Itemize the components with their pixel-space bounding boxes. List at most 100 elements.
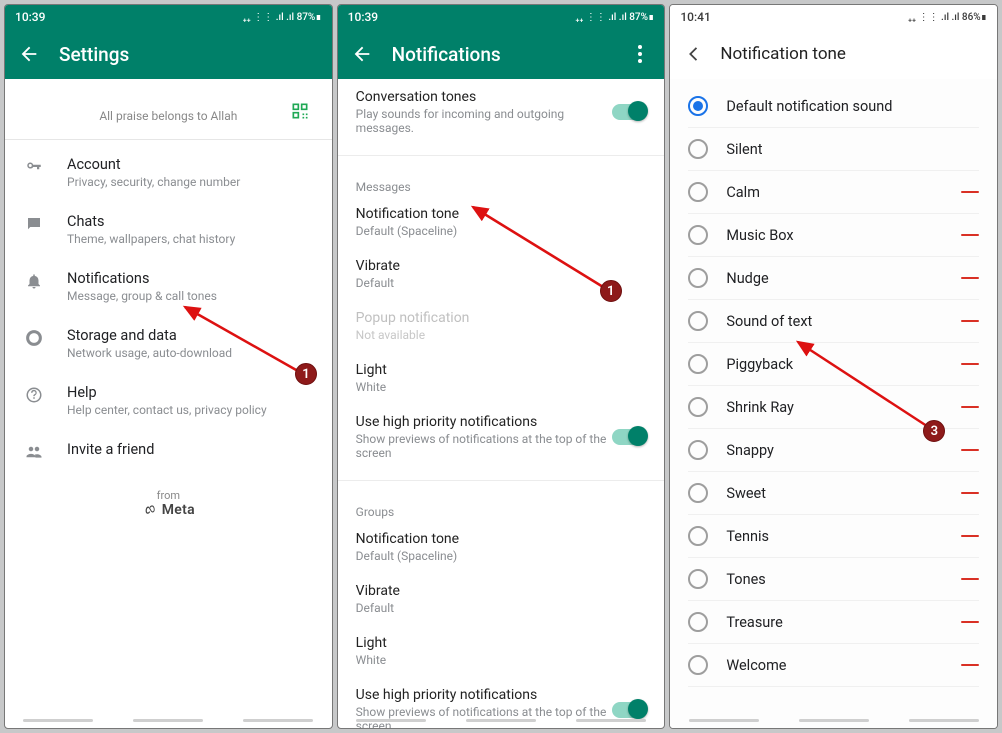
item-sub: Help center, contact us, privacy policy [67,403,267,417]
tone-label: Sound of text [726,313,961,330]
nav-indicator [670,719,997,722]
tone-label: Piggyback [726,356,961,373]
pref-msg-light[interactable]: Light White [356,352,647,404]
pref-title: Light [356,362,647,378]
app-bar: Settings [5,29,332,79]
radio-icon[interactable] [688,268,708,288]
pref-msg-vibrate[interactable]: Vibrate Default [356,248,647,300]
radio-icon[interactable] [688,225,708,245]
profile-caption-row[interactable]: All praise belongs to Allah [5,79,332,131]
pref-title: Notification tone [356,206,647,222]
tone-item[interactable]: Piggyback [688,343,979,386]
radio-icon[interactable] [688,96,708,116]
tone-label: Silent [726,141,979,158]
pref-grp-vibrate[interactable]: Vibrate Default [356,573,647,625]
remove-icon[interactable] [961,449,979,451]
toggle-grp-high-priority[interactable] [612,702,646,718]
profile-caption: All praise belongs to Allah [99,109,237,123]
settings-item-help[interactable]: HelpHelp center, contact us, privacy pol… [5,372,332,429]
remove-icon[interactable] [961,492,979,494]
pref-title: Use high priority notifications [356,687,613,703]
header-title: Settings [59,43,129,66]
help-icon [23,384,45,404]
tone-item[interactable]: Music Box [688,214,979,257]
tone-item[interactable]: Treasure [688,601,979,644]
from-label: from [5,489,332,502]
remove-icon[interactable] [961,320,979,322]
overflow-menu-icon[interactable] [628,42,652,66]
tone-item[interactable]: Welcome [688,644,979,687]
radio-icon[interactable] [688,612,708,632]
remove-icon[interactable] [961,234,979,236]
phone-notifications: 10:39 ₊₊ ⋮⋮ .ıl .ıl 87%∎ Notifications C… [337,4,666,729]
settings-item-invite-a-friend[interactable]: Invite a friend [5,429,332,473]
remove-icon[interactable] [961,664,979,666]
status-time: 10:39 [15,10,45,24]
divider [5,139,332,140]
status-indicators: ₊₊ ⋮⋮ .ıl .ıl 87%∎ [575,12,654,23]
back-icon[interactable] [350,42,374,66]
remove-icon[interactable] [961,406,979,408]
tone-item[interactable]: Sweet [688,472,979,515]
data-icon [23,327,45,347]
pref-sub: Default [356,601,647,615]
back-chevron-icon[interactable] [682,42,706,66]
tone-list: Default notification sound Silent Calm Musi… [670,79,997,728]
pref-sub: Play sounds for incoming and outgoing me… [356,107,613,135]
divider [338,155,665,156]
pref-sub: Default (Spaceline) [356,224,647,238]
remove-icon[interactable] [961,277,979,279]
pref-msg-high-priority[interactable]: Use high priority notifications Show pre… [356,404,647,470]
status-bar: 10:39 ₊₊ ⋮⋮ .ıl .ıl 87%∎ [338,5,665,29]
item-sub: Theme, wallpapers, chat history [67,232,235,246]
tone-label: Music Box [726,227,961,244]
remove-icon[interactable] [961,363,979,365]
settings-item-chats[interactable]: ChatsTheme, wallpapers, chat history [5,201,332,258]
pref-grp-light[interactable]: Light White [356,625,647,677]
radio-icon[interactable] [688,182,708,202]
tone-item[interactable]: Default notification sound [688,85,979,128]
radio-icon[interactable] [688,655,708,675]
tone-item[interactable]: Shrink Ray [688,386,979,429]
settings-item-account[interactable]: AccountPrivacy, security, change number [5,144,332,201]
radio-icon[interactable] [688,569,708,589]
tone-item[interactable]: Nudge [688,257,979,300]
tone-label: Shrink Ray [726,399,961,416]
nav-indicator [338,719,665,722]
bell-icon [23,270,45,290]
tone-item[interactable]: Tones [688,558,979,601]
tone-item[interactable]: Calm [688,171,979,214]
pref-msg-notification-tone[interactable]: Notification tone Default (Spaceline) [356,196,647,248]
pref-title: Notification tone [356,531,647,547]
radio-icon[interactable] [688,526,708,546]
tone-item[interactable]: Sound of text [688,300,979,343]
settings-item-notifications[interactable]: NotificationsMessage, group & call tones [5,258,332,315]
status-bar: 10:41 ₊₊ ⋮⋮ .ıl .ıl 86%∎ [670,5,997,29]
radio-icon[interactable] [688,483,708,503]
radio-icon[interactable] [688,139,708,159]
toggle-msg-high-priority[interactable] [612,429,646,445]
radio-icon[interactable] [688,440,708,460]
pref-sub: Show previews of notifications at the to… [356,432,613,460]
tone-label: Calm [726,184,961,201]
pref-sub: White [356,380,647,394]
remove-icon[interactable] [961,621,979,623]
settings-item-storage-and-data[interactable]: Storage and dataNetwork usage, auto-down… [5,315,332,372]
tone-item[interactable]: Snappy [688,429,979,472]
remove-icon[interactable] [961,535,979,537]
invite-icon [23,441,45,461]
tone-item[interactable]: Tennis [688,515,979,558]
phone-tone-picker: 10:41 ₊₊ ⋮⋮ .ıl .ıl 86%∎ Notification to… [669,4,998,729]
toggle-conversation-tones[interactable] [612,104,646,120]
remove-icon[interactable] [961,191,979,193]
tone-item[interactable]: Silent [688,128,979,171]
radio-icon[interactable] [688,354,708,374]
radio-icon[interactable] [688,311,708,331]
pref-conversation-tones[interactable]: Conversation tones Play sounds for incom… [356,79,647,145]
pref-grp-notification-tone[interactable]: Notification tone Default (Spaceline) [356,521,647,573]
qr-icon[interactable] [290,101,310,124]
remove-icon[interactable] [961,578,979,580]
radio-icon[interactable] [688,397,708,417]
pref-title: Conversation tones [356,89,613,105]
back-icon[interactable] [17,42,41,66]
